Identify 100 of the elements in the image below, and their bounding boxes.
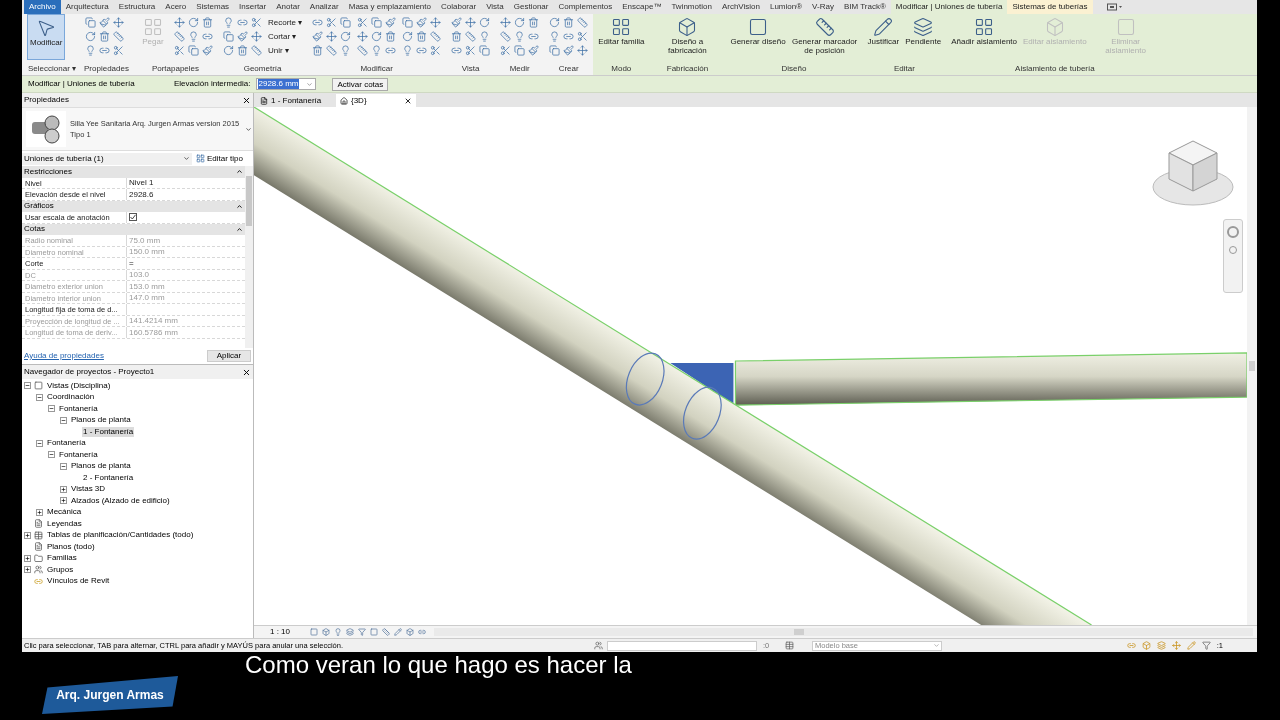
scissors-icon[interactable]: [173, 45, 185, 56]
ribbon-tab[interactable]: Complementos: [553, 0, 618, 14]
expand-toggle[interactable]: [24, 531, 31, 539]
rotate-icon[interactable]: [187, 17, 199, 28]
brush-icon[interactable]: [563, 45, 575, 56]
scrollbar[interactable]: [1247, 107, 1257, 625]
view-control-icon[interactable]: [322, 628, 330, 636]
rotate-icon[interactable]: [514, 17, 526, 28]
ribbon-tab[interactable]: Arquitectura: [60, 0, 114, 14]
rotate-icon[interactable]: [549, 17, 561, 28]
tree-item[interactable]: Fontanería: [58, 449, 99, 460]
copy-icon[interactable]: [340, 17, 352, 28]
expand-toggle[interactable]: [60, 485, 67, 493]
link-icon[interactable]: [451, 45, 463, 56]
ruler-icon[interactable]: [173, 31, 185, 42]
brush-icon[interactable]: [99, 17, 111, 28]
view-control-icon[interactable]: [346, 628, 354, 636]
selection-option-icon[interactable]: [1141, 641, 1151, 650]
link-icon[interactable]: [201, 31, 213, 42]
link-icon[interactable]: [385, 45, 397, 56]
view-control-icon[interactable]: [310, 628, 318, 636]
lightbulb-icon[interactable]: [479, 31, 491, 42]
ruler-icon[interactable]: [465, 31, 477, 42]
trash-icon[interactable]: [236, 45, 248, 56]
scissors-icon[interactable]: [357, 17, 369, 28]
expand-toggle[interactable]: [24, 566, 31, 574]
ribbon-tab[interactable]: Lumion®: [764, 0, 808, 14]
selection-option-icon[interactable]: [1171, 641, 1181, 650]
collapse-icon[interactable]: [236, 168, 243, 176]
ribbon-tab[interactable]: ArchVision: [716, 0, 765, 14]
tree-item[interactable]: Planos de planta: [70, 415, 132, 426]
move-icon[interactable]: [357, 31, 369, 42]
rotate-icon[interactable]: [340, 31, 352, 42]
ribbon-tab[interactable]: Acero: [160, 0, 192, 14]
ribbon-tab[interactable]: BIM Track®: [838, 0, 891, 14]
copy-icon[interactable]: [187, 45, 199, 56]
lightbulb-icon[interactable]: [187, 31, 199, 42]
ribbon-tab[interactable]: Colaborar: [436, 0, 482, 14]
scale-label[interactable]: 1 : 10: [270, 626, 306, 638]
scissors-icon[interactable]: [250, 17, 262, 28]
ribbon-tab[interactable]: Analizar: [304, 0, 344, 14]
ribbon-button[interactable]: Diseño a fabricación: [652, 14, 723, 60]
ribbon-tab[interactable]: V-Ray: [807, 0, 839, 14]
link-icon[interactable]: [416, 45, 428, 56]
ruler-icon[interactable]: [250, 45, 262, 56]
ruler-icon[interactable]: [577, 17, 589, 28]
ribbon-tab[interactable]: Modificar | Uniones de tubería: [890, 0, 1008, 14]
tree-item[interactable]: 2 - Fontanería: [82, 472, 135, 483]
selection-option-icon[interactable]: [1186, 641, 1196, 650]
lightbulb-icon[interactable]: [85, 45, 97, 56]
workset-icon[interactable]: [594, 641, 603, 650]
trash-icon[interactable]: [451, 31, 463, 42]
trash-icon[interactable]: [563, 17, 575, 28]
view-control-icon[interactable]: [394, 628, 402, 636]
ribbon-button[interactable]: Generar marcador de posición: [789, 14, 860, 60]
ruler-icon[interactable]: [357, 45, 369, 56]
rotate-icon[interactable]: [222, 45, 234, 56]
brush-icon[interactable]: [528, 45, 540, 56]
copy-icon[interactable]: [402, 17, 414, 28]
ribbon-button[interactable]: Cortar ▾: [265, 30, 305, 44]
tree-item[interactable]: Planos (todo): [46, 541, 96, 552]
brush-icon[interactable]: [201, 45, 213, 56]
tree-item[interactable]: Vistas (Disciplina): [46, 380, 112, 391]
expand-toggle[interactable]: [60, 497, 67, 505]
panel-toggle-icon[interactable]: [1106, 3, 1123, 11]
rotate-icon[interactable]: [371, 31, 383, 42]
link-icon[interactable]: [563, 31, 575, 42]
apply-button[interactable]: Aplicar: [207, 350, 251, 362]
ribbon-button[interactable]: Editar familia: [596, 14, 647, 60]
expand-toggle[interactable]: [36, 508, 43, 516]
view-control-icon[interactable]: [418, 628, 426, 636]
ribbon-button[interactable]: Justificar: [865, 14, 902, 60]
navigation-bar[interactable]: [1223, 219, 1243, 293]
ribbon-tab[interactable]: Sistemas de tuberías: [1007, 0, 1093, 14]
brush-icon[interactable]: [451, 17, 463, 28]
tree-item[interactable]: Vínculos de Revit: [46, 576, 111, 587]
element-filter-dropdown[interactable]: Uniones de tubería (1): [22, 152, 192, 165]
selection-option-icon[interactable]: [1126, 641, 1136, 650]
tree-item[interactable]: Tablas de planificación/Cantidades (todo): [46, 530, 195, 541]
move-icon[interactable]: [500, 17, 512, 28]
move-icon[interactable]: [465, 17, 477, 28]
collapse-toggle[interactable]: [24, 382, 31, 390]
filter-icon[interactable]: [1201, 641, 1211, 650]
close-icon[interactable]: [242, 367, 251, 377]
tree-item[interactable]: Grupos: [46, 564, 75, 575]
scrollbar[interactable]: [245, 166, 253, 348]
selection-option-icon[interactable]: [1156, 641, 1166, 650]
copy-icon[interactable]: [514, 45, 526, 56]
scissors-icon[interactable]: [500, 45, 512, 56]
brush-icon[interactable]: [385, 17, 397, 28]
link-icon[interactable]: [312, 17, 324, 28]
ruler-icon[interactable]: [326, 45, 338, 56]
ribbon-tab[interactable]: Archivo: [24, 0, 61, 14]
rotate-icon[interactable]: [479, 17, 491, 28]
toggle-button[interactable]: Activar cotas: [332, 77, 389, 91]
steering-wheel-icon[interactable]: [1227, 226, 1239, 238]
ruler-icon[interactable]: [113, 31, 125, 42]
view-control-icon[interactable]: [382, 628, 390, 636]
ribbon-tab[interactable]: Vista: [481, 0, 509, 14]
scissors-icon[interactable]: [113, 45, 125, 56]
